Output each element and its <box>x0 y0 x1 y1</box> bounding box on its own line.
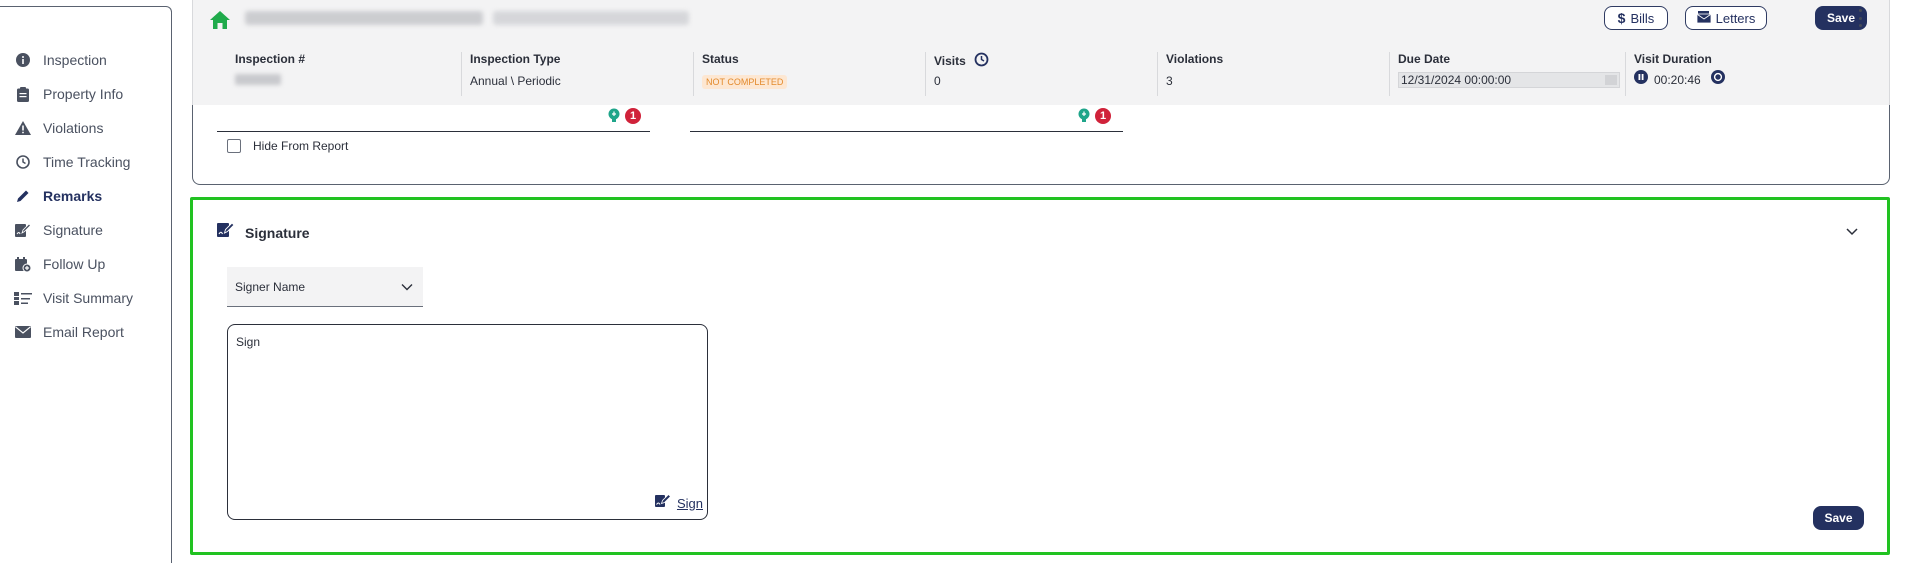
lightbulb-icon[interactable] <box>1077 108 1091 124</box>
sidebar-item-follow-up[interactable]: Follow Up <box>14 253 105 275</box>
home-icon[interactable] <box>209 10 231 30</box>
signature-icon <box>14 221 32 239</box>
field-violations: Violations 3 <box>1157 52 1383 96</box>
remarks-count-badge: 1 <box>625 108 641 124</box>
app-root: Inspection Property Info Violations Time… <box>0 0 1918 563</box>
chevron-down-icon[interactable] <box>1845 224 1859 238</box>
pencil-icon <box>14 187 32 205</box>
dollar-icon: $ <box>1617 10 1626 26</box>
signature-pad[interactable]: Sign Sign <box>227 324 708 520</box>
sidebar-item-label: Violations <box>43 120 104 136</box>
sidebar-item-label: Visit Summary <box>43 290 133 306</box>
sidebar-item-visit-summary[interactable]: Visit Summary <box>14 287 133 309</box>
hide-from-report-row: Hide From Report <box>227 139 348 153</box>
field-due-date: Due Date 12/31/2024 00:00:00 <box>1389 52 1621 96</box>
lightbulb-icon[interactable] <box>607 108 621 124</box>
remarks-field-underline <box>217 131 650 132</box>
letter-stack-icon <box>1696 10 1712 26</box>
signature-icon <box>217 222 235 243</box>
sidebar-item-remarks[interactable]: Remarks <box>14 185 102 207</box>
sidebar-item-label: Property Info <box>43 86 124 102</box>
sidebar-item-label: Remarks <box>43 188 103 204</box>
field-inspection-type: Inspection Type Annual \ Periodic <box>461 52 687 96</box>
save-signature-button[interactable]: Save <box>1813 506 1864 530</box>
remarks-count-badge: 1 <box>1095 108 1111 124</box>
more-options-icon[interactable] <box>1853 9 1867 27</box>
info-circle-icon <box>14 51 32 69</box>
sidebar-item-email-report[interactable]: Email Report <box>14 321 124 343</box>
field-status: Status NOT COMPLETED <box>693 52 919 96</box>
sidebar-item-label: Follow Up <box>43 256 106 272</box>
calendar-plus-icon <box>14 255 32 273</box>
sidebar-item-violations[interactable]: Violations <box>14 117 103 139</box>
signature-card: Signature Signer Name Sign Sign Save <box>190 197 1890 555</box>
inspection-summary-fields: Inspection # Inspection Type Annual \ Pe… <box>193 52 1891 96</box>
inspection-header: $ Bills Letters Save Inspection # Inspec… <box>192 0 1890 106</box>
warning-triangle-icon <box>14 119 32 137</box>
signature-title: Signature <box>245 224 310 241</box>
signature-icon <box>654 493 672 513</box>
signature-card-header: Signature <box>217 222 310 243</box>
clipboard-icon <box>14 85 32 103</box>
property-address-redacted <box>245 11 483 25</box>
field-inspection-number: Inspection # <box>227 52 453 96</box>
sidebar-item-label: Email Report <box>43 324 124 340</box>
letters-button[interactable]: Letters <box>1685 6 1767 30</box>
signer-name-select[interactable]: Signer Name <box>227 267 423 307</box>
envelope-icon <box>14 323 32 341</box>
remarks-field-underline <box>690 131 1123 132</box>
sidebar-item-property-info[interactable]: Property Info <box>14 83 123 105</box>
list-summary-icon <box>14 289 32 307</box>
remarks-field-a-actions: 1 <box>607 108 641 124</box>
status-badge: NOT COMPLETED <box>702 75 788 89</box>
sidebar-item-label: Signature <box>43 222 103 238</box>
chevron-down-icon <box>401 278 413 296</box>
sidebar-item-label: Inspection <box>43 52 107 68</box>
remarks-card: 1 1 Hide From Report <box>192 105 1890 185</box>
sidebar-item-signature[interactable]: Signature <box>14 219 103 241</box>
remarks-field-b-actions: 1 <box>1077 108 1111 124</box>
clock-icon <box>14 153 32 171</box>
reset-timer-icon[interactable] <box>1710 70 1725 89</box>
field-visits: Visits 0 <box>925 52 1151 96</box>
sign-link[interactable]: Sign <box>654 493 703 513</box>
due-date-input[interactable]: 12/31/2024 00:00:00 <box>1398 72 1620 88</box>
hide-from-report-checkbox[interactable] <box>227 139 241 153</box>
sidebar-item-inspection[interactable]: Inspection <box>14 49 107 71</box>
property-owner-redacted <box>493 11 689 25</box>
inspection-number-redacted <box>235 74 281 85</box>
bills-button[interactable]: $ Bills <box>1604 6 1668 30</box>
sidebar-item-time-tracking[interactable]: Time Tracking <box>14 151 130 173</box>
pause-icon[interactable] <box>1634 70 1648 89</box>
sidebar-item-label: Time Tracking <box>43 154 131 170</box>
visit-history-icon[interactable] <box>974 52 989 70</box>
sidebar-nav: Inspection Property Info Violations Time… <box>0 6 172 563</box>
field-visit-duration: Visit Duration 00:20:46 <box>1625 52 1851 96</box>
